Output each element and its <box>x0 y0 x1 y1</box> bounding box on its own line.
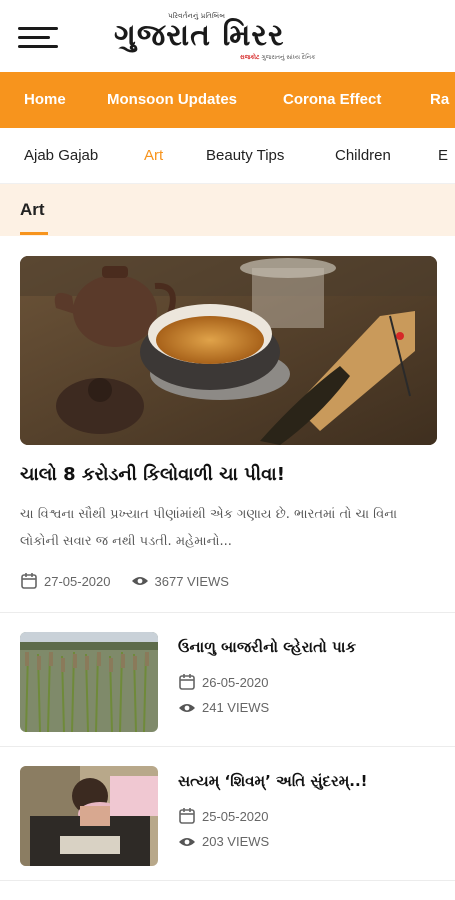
calendar-icon <box>179 808 195 824</box>
featured-article-meta: 27-05-2020 3677 VIEWS <box>20 572 229 590</box>
hamburger-menu-icon[interactable] <box>18 27 58 49</box>
category-beauty-tips[interactable]: Beauty Tips <box>206 147 284 164</box>
article-title[interactable]: સત્યમ્ ‘શિવમ્’ અતિ સુંદરમ્..! <box>178 772 437 790</box>
main-nav-corona-effect[interactable]: Corona Effect <box>283 91 381 108</box>
main-nav: Home Monsoon Updates Corona Effect Ra <box>0 72 455 128</box>
eye-icon <box>131 577 148 585</box>
category-art[interactable]: Art <box>144 147 163 164</box>
main-nav-home[interactable]: Home <box>24 91 66 108</box>
site-logo[interactable]: પરિવર્તનનું પ્રતિબિંબ ગુજરાત મિરર રાજકોટ… <box>114 12 344 66</box>
section-title: Art <box>20 200 45 219</box>
main-nav-monsoon-updates[interactable]: Monsoon Updates <box>107 91 237 108</box>
logo-subtitle: રાજકોટ ગુજરાતનું સાંધ્ય દૈનિક <box>240 54 315 62</box>
article-views: 241 VIEWS <box>202 700 270 715</box>
eye-icon <box>179 837 195 846</box>
featured-article-title[interactable]: ચાલો 8 કરોડની કિલોવાળી ચા પીવા! <box>20 464 437 485</box>
logo-sub-text: ગુજરાતનું સાંધ્ય દૈનિક <box>261 54 316 61</box>
main-nav-item-truncated[interactable]: Ra <box>430 91 449 108</box>
featured-article-image[interactable] <box>20 256 437 445</box>
calendar-icon <box>21 573 37 589</box>
featured-article-date: 27-05-2020 <box>44 573 111 589</box>
logo-sub-brand: રાજકોટ <box>240 54 260 61</box>
featured-article-views-wrap: 3677 VIEWS <box>131 574 229 589</box>
article-date-row: 25-05-2020 <box>178 807 269 825</box>
logo-title: ગુજરાત મિરર <box>114 18 285 53</box>
divider <box>0 746 455 747</box>
article-views-row: 241 VIEWS <box>178 700 269 715</box>
calendar-icon <box>179 674 195 690</box>
article-views: 203 VIEWS <box>202 834 270 849</box>
category-nav: Ajab Gajab Art Beauty Tips Children E <box>0 128 455 184</box>
article-views-row: 203 VIEWS <box>178 834 269 849</box>
article-list-item[interactable]: ઉનાળુ બાજરીનો લ્હેરાતો પાક 26-05-2020 24… <box>20 632 437 736</box>
article-date-row: 26-05-2020 <box>178 673 269 691</box>
article-thumbnail[interactable] <box>20 766 158 866</box>
category-ajab-gajab[interactable]: Ajab Gajab <box>24 147 98 164</box>
divider <box>0 612 455 613</box>
article-date: 26-05-2020 <box>202 674 269 690</box>
category-children[interactable]: Children <box>335 147 391 164</box>
category-truncated[interactable]: E <box>438 147 448 164</box>
header: પરિવર્તનનું પ્રતિબિંબ ગુજરાત મિરર રાજકોટ… <box>0 0 455 72</box>
article-thumbnail[interactable] <box>20 632 158 732</box>
article-list-item[interactable]: સત્યમ્ ‘શિવમ્’ અતિ સુંદરમ્..! 25-05-2020… <box>20 766 437 870</box>
divider <box>0 880 455 881</box>
featured-article-views: 3677 VIEWS <box>154 573 229 589</box>
article-title[interactable]: ઉનાળુ બાજરીનો લ્હેરાતો પાક <box>178 638 437 656</box>
featured-article-excerpt: ચા વિશ્વના સૌથી પ્રખ્યાત પીણાંમાંથી એક ગ… <box>20 507 398 549</box>
section-header: Art <box>0 184 455 236</box>
article-date: 25-05-2020 <box>202 808 269 824</box>
section-title-underline <box>20 232 48 235</box>
eye-icon <box>179 703 195 712</box>
